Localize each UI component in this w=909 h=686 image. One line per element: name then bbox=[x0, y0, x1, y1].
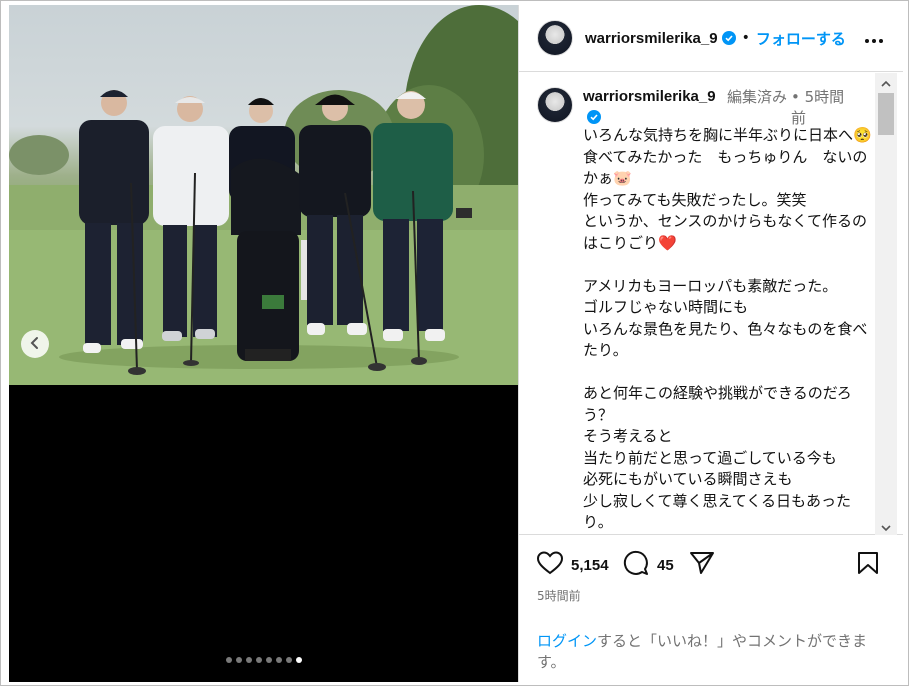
bookmark-icon bbox=[857, 551, 879, 579]
carousel-dot bbox=[275, 657, 282, 663]
caption-text: いろんな気持ちを胸に半年ぶりに日本へ🥺 食べてみたかった もっちゅりん ないのか… bbox=[583, 126, 872, 531]
carousel-prev-button[interactable] bbox=[21, 330, 49, 358]
login-prompt: ログインすると「いいね！」やコメントができます。 bbox=[537, 631, 887, 673]
avatar[interactable] bbox=[537, 20, 573, 56]
more-options-button[interactable] bbox=[863, 27, 885, 49]
share-icon bbox=[689, 551, 715, 579]
carousel-dot bbox=[255, 657, 262, 663]
carousel-dot bbox=[295, 657, 302, 663]
carousel-indicator bbox=[9, 657, 518, 663]
carousel-dot bbox=[285, 657, 292, 663]
post-window: warriorsmilerika_9 • フォローする warriorsmile… bbox=[0, 0, 909, 686]
caption-username[interactable]: warriorsmilerika_9 bbox=[583, 87, 716, 127]
chevron-left-icon bbox=[28, 335, 42, 354]
heart-icon bbox=[536, 551, 564, 579]
caption-avatar[interactable] bbox=[537, 87, 573, 123]
comment-icon bbox=[623, 550, 649, 580]
like-button[interactable]: 5,154 bbox=[536, 551, 609, 579]
header-username[interactable]: warriorsmilerika_9 bbox=[585, 30, 718, 47]
carousel-dot bbox=[265, 657, 272, 663]
caption-scrollbar[interactable] bbox=[875, 73, 897, 535]
share-button[interactable] bbox=[689, 551, 715, 579]
verified-badge-icon bbox=[587, 110, 601, 125]
media-letterbox bbox=[9, 385, 518, 682]
follow-button[interactable]: フォローする bbox=[756, 28, 846, 49]
carousel-dot bbox=[235, 657, 242, 663]
chevron-up-icon bbox=[881, 73, 891, 92]
post-header: warriorsmilerika_9 • フォローする bbox=[519, 5, 903, 72]
like-count[interactable]: 5,154 bbox=[571, 557, 609, 574]
meta-separator: • bbox=[791, 88, 800, 106]
chevron-down-icon bbox=[881, 517, 891, 536]
caption-username-text[interactable]: warriorsmilerika_9 bbox=[583, 88, 716, 105]
post-media[interactable] bbox=[9, 5, 518, 682]
action-bar: 5,154 45 bbox=[536, 550, 887, 581]
scroll-up-button[interactable] bbox=[875, 73, 897, 91]
header-separator: • bbox=[741, 30, 750, 46]
scroll-thumb[interactable] bbox=[878, 93, 894, 135]
posted-time[interactable]: 5時間前 bbox=[537, 587, 581, 604]
edited-label: 編集済み bbox=[727, 88, 788, 106]
login-link[interactable]: ログイン bbox=[537, 632, 597, 650]
save-button[interactable] bbox=[857, 551, 879, 579]
verified-badge-icon bbox=[721, 31, 736, 45]
comment-button[interactable]: 45 bbox=[623, 550, 674, 580]
caption-section[interactable]: warriorsmilerika_9 編集済み • 5時間前 いろんな気持ちを胸… bbox=[519, 73, 903, 535]
comment-count[interactable]: 45 bbox=[657, 557, 674, 574]
more-options-icon bbox=[864, 29, 884, 48]
caption-time-ago[interactable]: • 5時間前 bbox=[791, 87, 851, 129]
carousel-dot bbox=[225, 657, 232, 663]
carousel-dot bbox=[245, 657, 252, 663]
post-details-panel: warriorsmilerika_9 • フォローする warriorsmile… bbox=[518, 5, 903, 682]
group-golf-photo bbox=[9, 5, 518, 385]
scroll-down-button[interactable] bbox=[875, 517, 897, 535]
